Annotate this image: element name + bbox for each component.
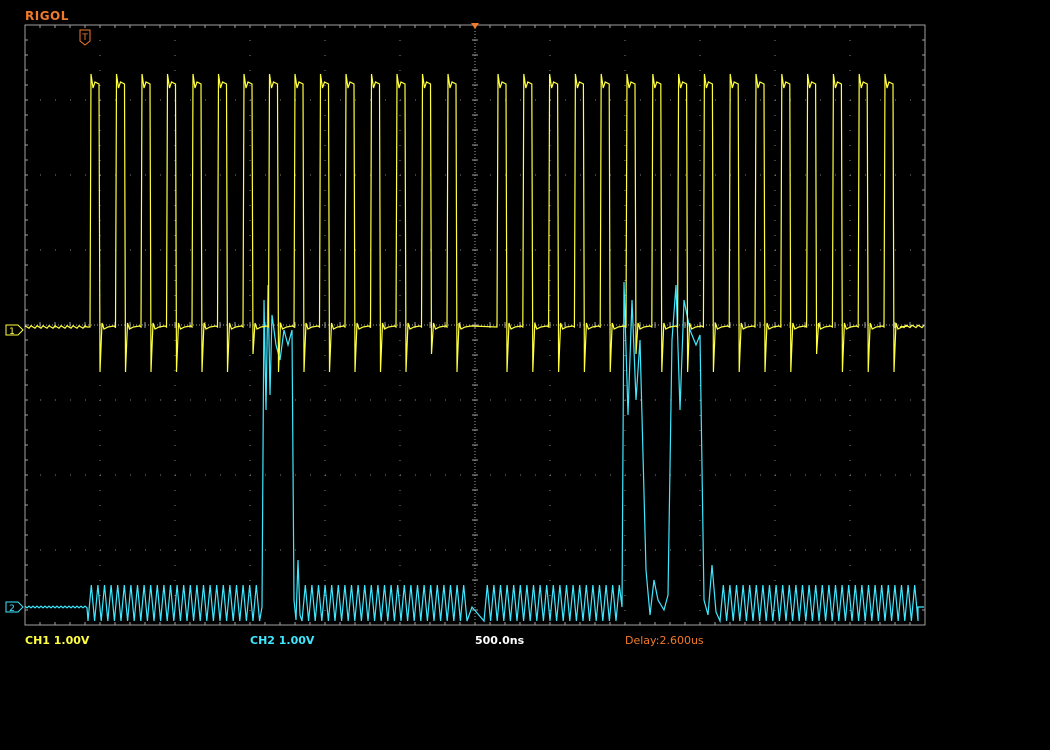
scope-screen: T 1 2	[5, 23, 926, 626]
trigger-marker-label: T	[81, 33, 88, 43]
trigger-position-icon	[471, 23, 479, 29]
trigger-marker[interactable]: T	[79, 29, 91, 46]
timebase-readout[interactable]: 500.0ns	[475, 634, 524, 647]
ch2-scale-readout[interactable]: CH2 1.00V	[250, 634, 314, 647]
ch1-scale-readout[interactable]: CH1 1.00V	[25, 634, 89, 647]
ch2-ground-marker[interactable]: 2	[5, 601, 24, 614]
delay-readout[interactable]: Delay:2.600us	[625, 634, 704, 647]
brand-logo: RIGOL	[25, 9, 69, 23]
ch1-marker-label: 1	[9, 327, 15, 337]
ch2-marker-label: 2	[9, 604, 15, 614]
ch1-ground-marker[interactable]: 1	[5, 324, 24, 337]
